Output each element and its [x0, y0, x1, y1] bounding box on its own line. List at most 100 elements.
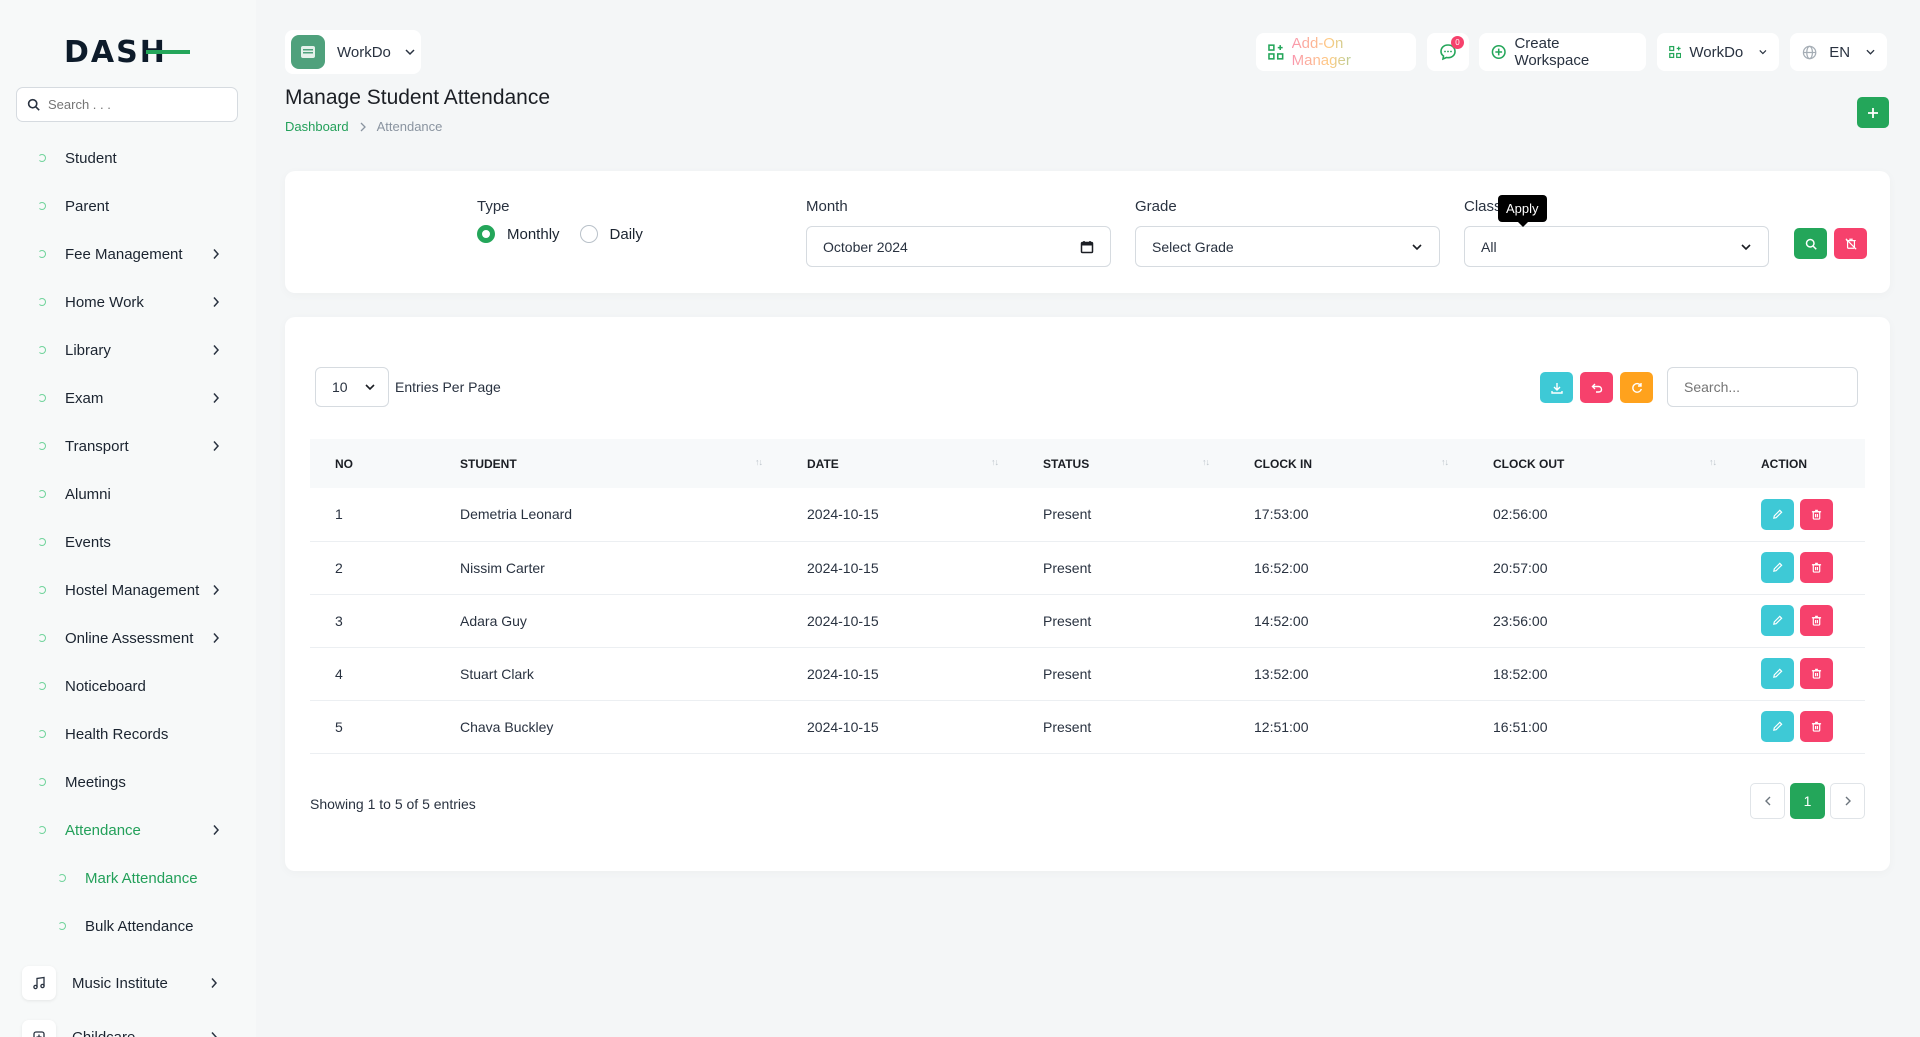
sidebar-subitem-mark-attendance[interactable]: Mark Attendance [58, 863, 228, 893]
sort-icon: ↑↓ [755, 457, 763, 467]
chevron-down-icon [1866, 49, 1875, 55]
type-monthly-label[interactable]: Monthly [507, 226, 560, 243]
chevron-right-icon [1845, 796, 1851, 806]
edit-button[interactable] [1761, 552, 1794, 583]
sidebar-item-label: Library [65, 341, 111, 359]
pagination-page-1[interactable]: 1 [1790, 783, 1825, 819]
pagination-prev-button[interactable] [1750, 783, 1785, 819]
edit-button[interactable] [1761, 658, 1794, 689]
cell-status: Present [1043, 612, 1092, 629]
sidebar-item-parent[interactable]: Parent [38, 191, 228, 221]
chevron-left-icon [1764, 796, 1770, 806]
month-input[interactable]: October 2024 [806, 226, 1111, 267]
sidebar-item-alumni[interactable]: Alumni [38, 479, 228, 509]
plus-circle-icon [1491, 44, 1506, 60]
sidebar-item-exam[interactable]: Exam [38, 383, 228, 413]
delete-button[interactable] [1800, 658, 1833, 689]
column-header-status[interactable]: STATUS ↑↓ [1018, 439, 1229, 488]
trash-icon [1811, 562, 1822, 573]
sidebar-item-events[interactable]: Events [38, 527, 228, 557]
cell-date: 2024-10-15 [807, 718, 879, 735]
sidebar-item-student[interactable]: Student [38, 143, 228, 173]
pagination-next-button[interactable] [1830, 783, 1865, 819]
bullet-icon [38, 202, 46, 210]
pencil-icon [1773, 509, 1783, 519]
sidebar-item-attendance[interactable]: Attendance [38, 815, 228, 845]
table-search[interactable] [1667, 367, 1858, 407]
export-button[interactable] [1540, 372, 1573, 403]
delete-button[interactable] [1800, 605, 1833, 636]
column-header-date[interactable]: DATE ↑↓ [782, 439, 1018, 488]
messages-count-badge: 0 [1451, 36, 1464, 49]
bullet-icon [58, 874, 66, 882]
bullet-icon [38, 778, 46, 786]
table-search-input[interactable] [1684, 379, 1844, 395]
sidebar-item-meetings[interactable]: Meetings [38, 767, 228, 797]
sidebar-item-noticeboard[interactable]: Noticeboard [38, 671, 228, 701]
create-workspace-button[interactable]: Create Workspace [1479, 33, 1646, 71]
reset-button[interactable] [1580, 372, 1613, 403]
delete-button[interactable] [1800, 711, 1833, 742]
sidebar-subitem-label: Mark Attendance [85, 869, 198, 887]
sidebar-subitem-bulk-attendance[interactable]: Bulk Attendance [58, 911, 228, 941]
language-selector[interactable]: EN [1790, 33, 1887, 71]
type-daily-radio[interactable] [579, 225, 598, 243]
edit-button[interactable] [1761, 605, 1794, 636]
column-header-student[interactable]: STUDENT ↑↓ [435, 439, 782, 488]
sidebar-search[interactable] [16, 87, 238, 122]
sidebar-module-childcare[interactable]: Childcare [22, 1020, 218, 1037]
cell-clock-out: 20:57:00 [1493, 559, 1548, 576]
sidebar-item-hostel-management[interactable]: Hostel Management [38, 575, 228, 605]
sidebar-item-library[interactable]: Library [38, 335, 228, 365]
cell-date: 2024-10-15 [807, 665, 879, 682]
type-daily-label[interactable]: Daily [610, 226, 643, 243]
cell-date: 2024-10-15 [807, 506, 879, 523]
table-header-row: NO STUDENT ↑↓ DATE ↑↓ STATUS ↑↓ CLOCK IN ↑↓ … [310, 439, 1865, 488]
column-header-clock-out[interactable]: CLOCK OUT ↑↓ [1468, 439, 1736, 488]
workspace-switch-button[interactable]: WorkDo [1657, 33, 1779, 71]
type-monthly-radio[interactable] [477, 225, 495, 243]
entries-per-page-select[interactable]: 10 [315, 367, 389, 407]
sidebar-item-label: Health Records [65, 725, 169, 743]
workspace-selector[interactable]: WorkDo [285, 30, 421, 74]
sidebar-item-home-work[interactable]: Home Work [38, 287, 228, 317]
edit-button[interactable] [1761, 498, 1794, 530]
apply-tooltip: Apply [1498, 195, 1547, 227]
sidebar-item-label: Hostel Management [65, 581, 200, 599]
sidebar-item-label: Meetings [65, 773, 126, 791]
showing-entries-text: Showing 1 to 5 of 5 entries [310, 796, 476, 812]
messages-button[interactable]: 0 [1427, 33, 1469, 71]
cell-date: 2024-10-15 [807, 612, 879, 629]
cell-status: Present [1043, 665, 1092, 682]
bullet-icon [38, 682, 46, 690]
reset-filter-button[interactable] [1834, 228, 1867, 259]
apply-filter-button[interactable] [1794, 228, 1827, 259]
bullet-icon [58, 922, 66, 930]
sidebar-item-health-records[interactable]: Health Records [38, 719, 228, 749]
delete-button[interactable] [1800, 498, 1833, 530]
breadcrumb: Dashboard Attendance [285, 119, 442, 134]
edit-button[interactable] [1761, 711, 1794, 742]
column-header-clock-in[interactable]: CLOCK IN ↑↓ [1229, 439, 1468, 488]
cell-clock-out: 02:56:00 [1493, 506, 1548, 523]
sidebar-search-input[interactable] [48, 97, 218, 112]
class-select[interactable]: All [1464, 226, 1769, 267]
cell-clock-out: 23:56:00 [1493, 612, 1548, 629]
sidebar-item-transport[interactable]: Transport [38, 431, 228, 461]
table-row: 5 Chava Buckley 2024-10-15 Present 12:51:00 1… [310, 700, 1865, 753]
column-header-no[interactable]: NO [310, 439, 435, 488]
delete-button[interactable] [1800, 552, 1833, 583]
add-attendance-button[interactable] [1857, 97, 1889, 128]
chevron-down-icon [365, 384, 375, 391]
sidebar-module-music-institute[interactable]: Music Institute [22, 966, 218, 1000]
addon-manager-button[interactable]: Add-On Manager [1256, 33, 1416, 71]
reload-button[interactable] [1620, 372, 1653, 403]
sidebar-item-fee-management[interactable]: Fee Management [38, 239, 228, 269]
sidebar-item-online-assessment[interactable]: Online Assessment [38, 623, 228, 653]
chevron-right-icon [213, 585, 220, 595]
grade-select[interactable]: Select Grade [1135, 226, 1440, 267]
cell-action [1736, 488, 1865, 541]
breadcrumb-dashboard-link[interactable]: Dashboard [285, 119, 349, 134]
grade-label: Grade [1135, 198, 1177, 215]
workspace-switch-label: WorkDo [1689, 43, 1744, 61]
